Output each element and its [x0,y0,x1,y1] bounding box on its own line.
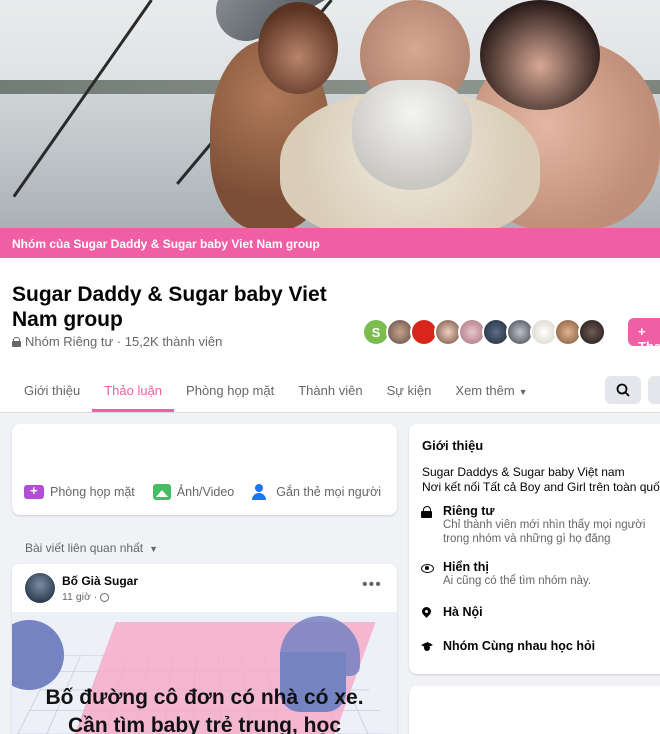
tab-discussion[interactable]: Thảo luận [92,374,175,412]
about-private: Riêng tư Chỉ thành viên mới nhìn thấy mọ… [421,504,660,546]
more-dots-icon[interactable]: ••• [362,576,382,594]
post-author-avatar[interactable] [25,573,55,603]
tag-people-action-label: Gắn thẻ mọi người [276,485,382,499]
post-image[interactable]: Bố đường cô đơn có nhà có xe. Cần tìm ba… [12,612,397,734]
member-avatars[interactable]: S [362,318,606,346]
caret-down-icon: ▼ [518,387,528,397]
about-desc-line: Sugar Daddys & Sugar baby Việt nam [422,465,625,479]
globe-icon [100,592,110,602]
group-meta-text[interactable]: Nhóm Riêng tư · 15,2K thành viên [25,334,222,349]
group-tabs: Giới thiệu Thảo luận Phòng họp mặt Thành… [12,374,540,412]
tag-people-icon [252,484,270,500]
graduation-cap-icon [421,641,433,653]
private-title: Riêng tư [443,504,495,518]
post-card: Bố Già Sugar 11 giờ · ••• Bố đường cô đơ… [12,564,397,734]
about-title: Giới thiệu [422,438,484,453]
video-room-icon [24,483,44,499]
photo-video-action-label: Ảnh/Video [176,485,235,499]
sort-label: Bài viết liên quan nhất [25,541,144,555]
search-icon [616,383,630,397]
tab-events[interactable]: Sự kiện [375,374,444,412]
post-author-name[interactable]: Bố Già Sugar [62,574,138,588]
about-visible: Hiển thị Ai cũng có thể tìm nhóm này. [421,560,660,588]
group-title: Sugar Daddy & Sugar baby Viet Nam group [12,283,327,331]
location-text[interactable]: Hà Nội [443,605,483,619]
join-group-button[interactable]: + Tham gia nhóm [628,318,660,384]
sort-dropdown[interactable]: Bài viết liên quan nhất ▼ [25,541,158,555]
category-text[interactable]: Nhóm Cùng nhau học hỏi [443,639,595,653]
tab-members[interactable]: Thành viên [286,374,374,412]
tab-more[interactable]: Xem thêm ▼ [443,374,539,412]
tab-more-label: Xem thêm [455,383,515,398]
tab-rooms[interactable]: Phòng họp mặt [174,374,286,412]
photo-icon [152,484,171,500]
about-location: Hà Nội [421,605,483,619]
search-button[interactable] [605,376,641,404]
post-timestamp[interactable]: 11 giờ · [62,591,110,603]
avatar[interactable] [578,318,606,346]
caption-line: Cần tìm baby trẻ trung, học [67,714,342,734]
post-composer[interactable]: Phòng họp mặt Ảnh/Video Gắn thẻ mọi ngườ… [12,424,397,515]
secondary-panel [409,686,660,734]
about-panel: Giới thiệu Sugar Daddys & Sugar baby Việ… [409,424,660,674]
cover-person-left-head [258,2,338,94]
room-action-button[interactable]: Phòng họp mặt [24,483,135,500]
cover-beard [352,80,472,190]
group-meta: Nhóm Riêng tư · 15,2K thành viên [12,334,222,349]
lock-icon [12,336,21,347]
caption-line: Bố đường cô đơn có nhà có xe. [45,686,364,709]
group-header: Sugar Daddy & Sugar baby Viet Nam group … [0,258,660,413]
composer-actions: Phòng họp mặt Ảnh/Video Gắn thẻ mọi ngườ… [24,483,381,500]
about-desc-line: Nơi kết nối Tất cả Boy and Girl trên toà… [422,480,660,494]
tab-about[interactable]: Giới thiệu [12,374,92,412]
cover-person-right-head [480,0,600,110]
visible-title: Hiển thị [443,560,489,574]
post-image-caption: Bố đường cô đơn có nhà có xe. Cần tìm ba… [12,684,397,734]
caret-down-icon: ▼ [149,544,159,554]
more-options-button[interactable] [648,376,660,404]
about-category: Nhóm Cùng nhau học hỏi [421,639,595,653]
photo-video-action-button[interactable]: Ảnh/Video [152,484,235,500]
location-pin-icon [421,607,433,619]
lock-icon [421,506,433,518]
visible-description: Ai cũng có thể tìm nhóm này. [443,575,592,587]
room-action-label: Phòng họp mặt [50,485,135,499]
cover-photo [0,0,660,228]
private-description: Chỉ thành viên mới nhìn thấy mọi người t… [443,519,646,545]
post-time-text: 11 giờ · [62,591,98,603]
group-name-banner[interactable]: Nhóm của Sugar Daddy & Sugar baby Viet N… [0,228,660,258]
tag-people-action-button[interactable]: Gắn thẻ mọi người [252,484,381,500]
about-description: Sugar Daddys & Sugar baby Việt nam Nơi k… [422,465,660,495]
eye-icon [421,562,434,574]
